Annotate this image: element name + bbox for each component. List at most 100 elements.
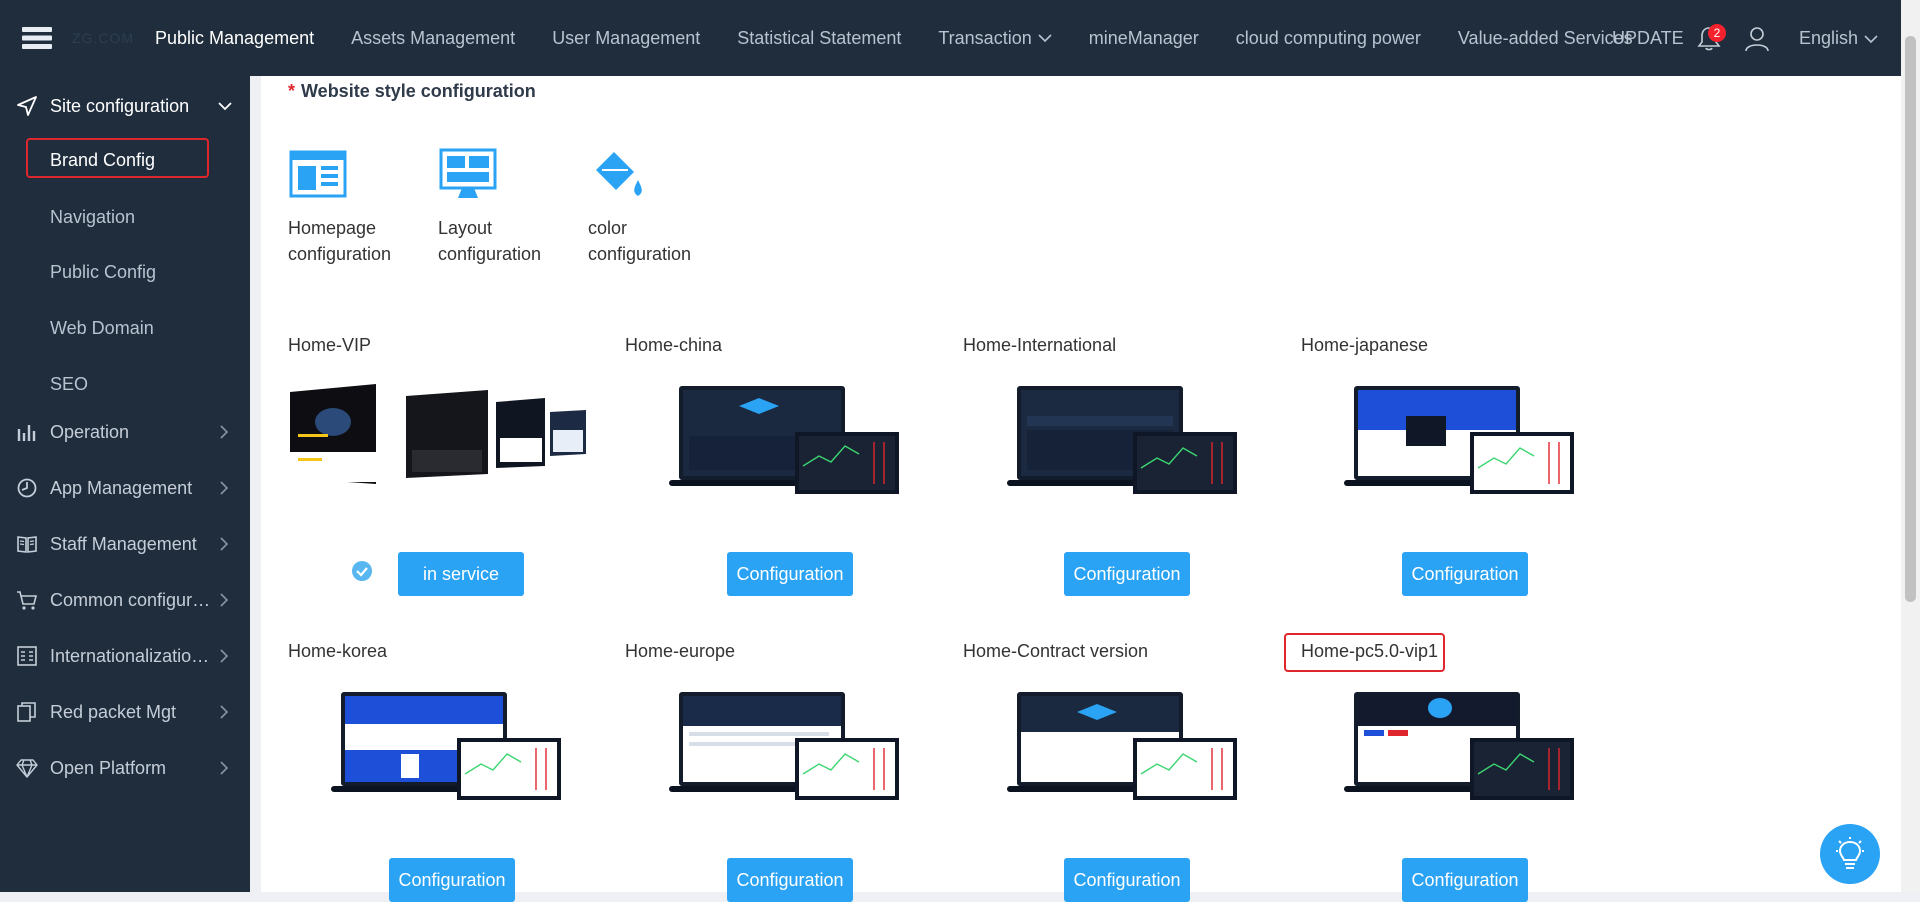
sidebar-group-operation[interactable]: Operation	[0, 410, 250, 454]
nav-mine-manager[interactable]: mineManager	[1089, 28, 1199, 49]
nav-label: Statistical Statement	[737, 27, 902, 48]
configuration-button[interactable]: Configuration	[389, 858, 515, 902]
template-name: Home-International	[963, 335, 1117, 355]
chevron-right-icon	[220, 593, 229, 607]
chevron-right-icon	[220, 481, 229, 495]
bar-chart-icon	[17, 425, 36, 441]
sidebar-item-seo[interactable]: SEO	[50, 374, 88, 395]
template-preview-home-japanese[interactable]	[1344, 386, 1574, 496]
sidebar-group-label: Operation	[50, 421, 130, 442]
sidebar-group-app-management[interactable]: App Management	[0, 466, 250, 510]
sidebar-item-navigation[interactable]: Navigation	[50, 207, 135, 228]
sidebar-item-web-domain[interactable]: Web Domain	[50, 318, 154, 339]
top-navbar: ZG.COM Public Management Assets Manageme…	[0, 0, 1920, 76]
sidebar-group-red-packet[interactable]: Red packet Mgt	[0, 690, 250, 734]
template-preview-home-china[interactable]	[669, 386, 899, 496]
book-icon	[17, 536, 37, 553]
in-service-button[interactable]: in service	[398, 552, 524, 596]
sidebar-group-internationalization[interactable]: Internationalization...	[0, 634, 250, 678]
nav-transaction[interactable]: Transaction	[938, 27, 1052, 49]
template-preview-home-europe[interactable]	[669, 692, 899, 802]
grid-icon	[17, 646, 37, 666]
nav-statistical-statement[interactable]: Statistical Statement	[737, 28, 901, 49]
chevron-right-icon	[220, 425, 229, 439]
sidebar-group-common-configuration[interactable]: Common configura...	[0, 578, 250, 622]
sidebar-group-label: Site configuration	[50, 95, 190, 116]
template-preview-home-korea[interactable]	[331, 692, 561, 802]
lightbulb-icon	[1836, 837, 1864, 869]
sidebar-group-label: Common configura...	[50, 589, 215, 610]
homepage-layout-icon	[289, 150, 347, 198]
template-name: Home-europe	[625, 641, 736, 661]
style-option-color[interactable]: color configuration	[588, 146, 718, 267]
section-title: * Website style configuration	[288, 81, 536, 102]
language-selector[interactable]: English	[1799, 28, 1878, 49]
sidebar-item-public-config[interactable]: Public Config	[50, 262, 156, 283]
style-option-label: color configuration	[588, 218, 692, 264]
main-nav: Public Management Assets Management User…	[155, 0, 1670, 76]
style-option-label: Layout configuration	[438, 218, 542, 264]
configuration-button[interactable]: Configuration	[727, 552, 853, 596]
update-link[interactable]: UPDATE	[1612, 28, 1684, 49]
nav-label: cloud computing power	[1235, 27, 1421, 48]
clock-icon	[17, 478, 37, 498]
template-preview-home-pc5-vip1[interactable]	[1344, 692, 1574, 802]
chevron-right-icon	[220, 705, 229, 719]
configuration-button[interactable]: Configuration	[1064, 552, 1190, 596]
section-title-text: Website style configuration	[301, 81, 536, 101]
language-label: English	[1799, 28, 1859, 48]
template-name: Home-japanese	[1301, 335, 1429, 355]
template-name: Home-VIP	[288, 335, 372, 355]
copy-icon	[17, 702, 36, 722]
chevron-down-icon	[218, 102, 232, 111]
configuration-button[interactable]: Configuration	[727, 858, 853, 902]
sidebar-group-label: Open Platform	[50, 757, 167, 778]
highlight-box	[26, 138, 209, 178]
nav-label: Public Management	[155, 27, 315, 48]
nav-label: mineManager	[1088, 27, 1199, 48]
nav-user-management[interactable]: User Management	[552, 28, 700, 49]
required-mark: *	[288, 81, 296, 101]
style-option-layout[interactable]: Layout configuration	[438, 146, 568, 267]
sidebar-group-site-configuration[interactable]: Site configuration	[0, 84, 250, 128]
help-button[interactable]	[1820, 824, 1880, 884]
style-option-homepage[interactable]: Homepage configuration	[288, 146, 418, 267]
configuration-button[interactable]: Configuration	[1402, 858, 1528, 902]
send-icon	[17, 96, 37, 116]
chevron-right-icon	[220, 761, 229, 775]
nav-label: Value-added Services	[1457, 27, 1633, 48]
sidebar-group-staff-management[interactable]: Staff Management	[0, 522, 250, 566]
scrollbar[interactable]	[1901, 0, 1920, 892]
template-name: Home-china	[625, 335, 723, 355]
style-option-label: Homepage configuration	[288, 218, 392, 264]
template-name: Home-Contract version	[963, 641, 1149, 661]
template-name: Home-korea	[288, 641, 388, 661]
nav-public-management[interactable]: Public Management	[155, 28, 314, 49]
template-preview-home-international[interactable]	[1007, 386, 1237, 496]
chevron-down-icon	[1038, 34, 1052, 43]
nav-cloud-computing-power[interactable]: cloud computing power	[1236, 28, 1421, 49]
user-icon[interactable]	[1744, 26, 1770, 52]
template-preview-home-contract-version[interactable]	[1007, 692, 1237, 802]
menu-toggle-icon[interactable]	[22, 27, 52, 49]
sidebar-group-label: Internationalization...	[50, 645, 215, 666]
highlight-box	[1284, 633, 1445, 672]
check-circle-icon	[352, 561, 372, 581]
configuration-button[interactable]: Configuration	[1064, 858, 1190, 902]
paint-bucket-icon	[596, 152, 642, 196]
nav-label: Assets Management	[351, 27, 516, 48]
configuration-button[interactable]: Configuration	[1402, 552, 1528, 596]
sidebar-group-open-platform[interactable]: Open Platform	[0, 746, 250, 790]
nav-assets-management[interactable]: Assets Management	[351, 28, 515, 49]
sidebar-group-label: Staff Management	[50, 533, 197, 554]
template-preview-home-vip[interactable]	[288, 382, 588, 492]
cart-icon	[17, 591, 38, 610]
sidebar: Site configuration Brand Config Navigati…	[0, 76, 250, 892]
chevron-right-icon	[220, 537, 229, 551]
nav-label: Transaction	[938, 27, 1032, 48]
logo[interactable]: ZG.COM	[72, 24, 133, 52]
diamond-icon	[16, 759, 38, 778]
scrollbar-thumb[interactable]	[1905, 36, 1916, 602]
nav-value-added-services[interactable]: Value-added Services	[1458, 28, 1633, 49]
chevron-down-icon	[1864, 34, 1878, 43]
